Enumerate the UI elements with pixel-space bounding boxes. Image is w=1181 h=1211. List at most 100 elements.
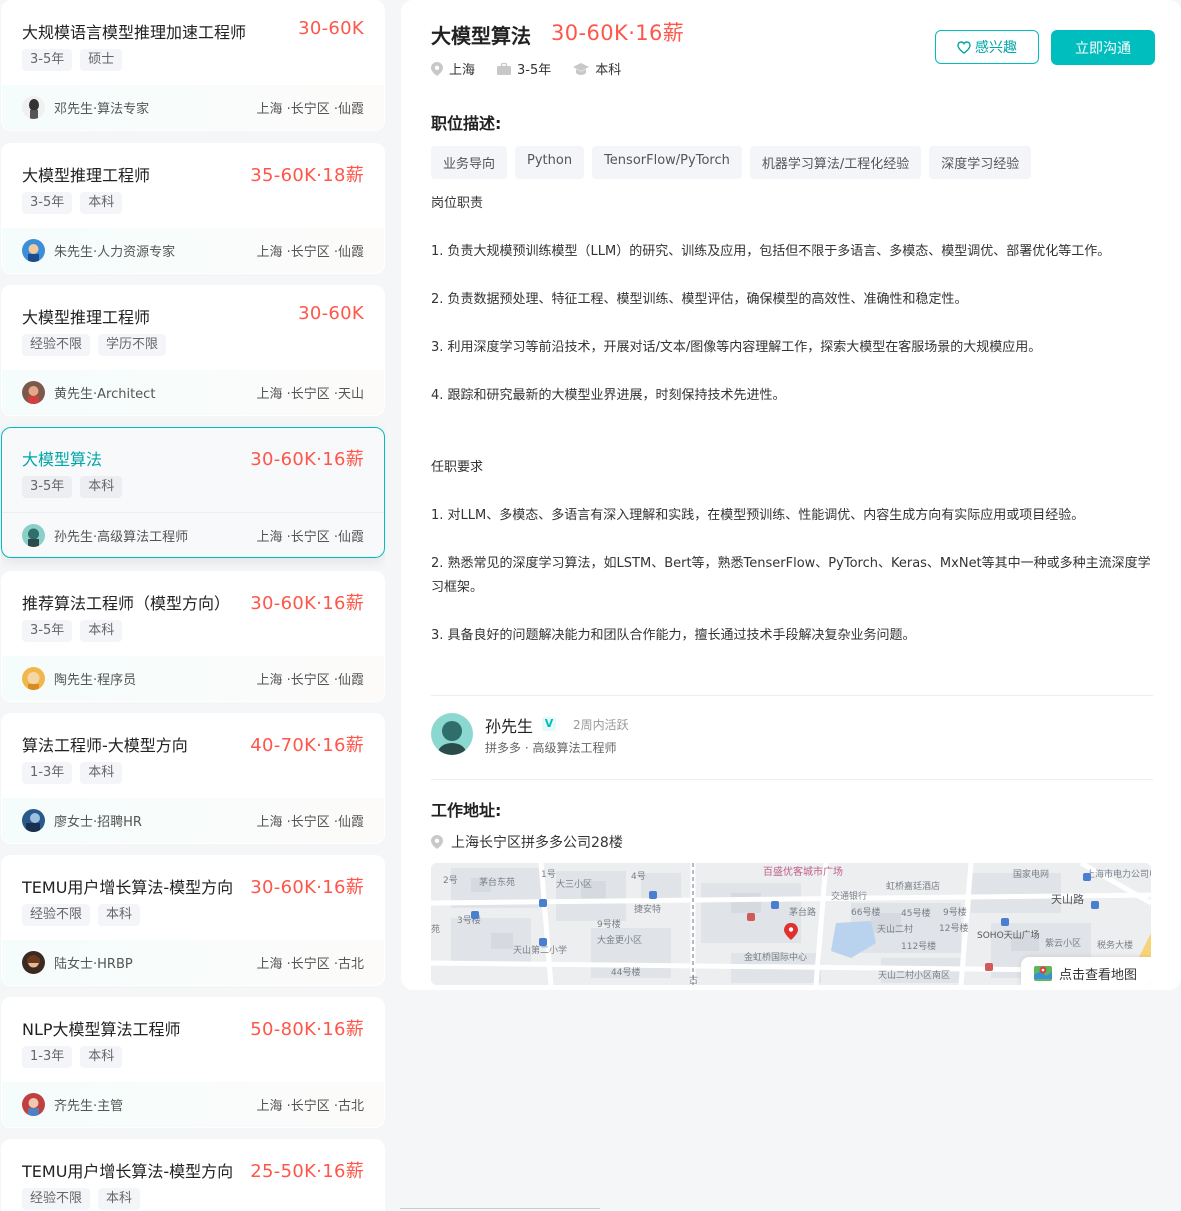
chat-now-button[interactable]: 立即沟通 bbox=[1051, 30, 1155, 65]
boss-company-title: 拼多多 · 高级算法工程师 bbox=[485, 741, 617, 755]
map-label: 百盛优客城市广场 bbox=[763, 865, 843, 878]
view-map-button[interactable]: 点击查看地图 bbox=[1020, 957, 1151, 985]
job-card-footer: 黄先生·Architect 上海 ·长宁区 ·天山 bbox=[2, 370, 384, 415]
map-label: 国家电网 bbox=[1013, 868, 1049, 880]
desc-line bbox=[431, 360, 1153, 384]
verified-icon: V bbox=[542, 717, 556, 731]
job-tag: 1-3年 bbox=[22, 1046, 73, 1068]
avatar bbox=[22, 667, 45, 690]
job-tag: 3-5年 bbox=[22, 192, 73, 214]
location-pin-icon bbox=[431, 835, 443, 849]
job-tag: 本科 bbox=[98, 904, 141, 926]
divider bbox=[431, 779, 1153, 780]
avatar bbox=[22, 524, 45, 547]
job-location: 上海 ·长宁区 ·古北 bbox=[256, 957, 364, 972]
scroll-indicator bbox=[400, 1208, 600, 1209]
map-label: 上海市电力公司电力科学研究院 bbox=[1086, 868, 1151, 880]
job-card[interactable]: TEMU用户增长算法-模型方向 30-60K·16薪 经验不限 本科 陆女士·H… bbox=[1, 855, 385, 986]
job-location: 上海 ·长宁区 ·仙霞 bbox=[256, 530, 364, 545]
desc-line bbox=[431, 648, 1153, 672]
job-tag: 本科 bbox=[80, 1046, 123, 1068]
job-card[interactable]: 大规模语言模型推理加速工程师 30-60K 3-5年 硕士 邓先生·算法专家 上… bbox=[1, 0, 385, 131]
job-card-selected[interactable]: 大模型算法 30-60K·16薪 3-5年 本科 孙先生·高级算法工程师 上海 … bbox=[1, 427, 385, 558]
detail-title: 大模型算法 bbox=[431, 24, 531, 48]
map-label: 66号楼 bbox=[851, 906, 880, 918]
job-tag: 3-5年 bbox=[22, 620, 73, 642]
job-title: 推荐算法工程师（模型方向） bbox=[22, 594, 231, 613]
job-tag: 3-5年 bbox=[22, 49, 73, 71]
job-card-footer: 孙先生·高级算法工程师 上海 ·长宁区 ·仙霞 bbox=[2, 512, 384, 557]
map-label: SOHO天山广场 bbox=[977, 929, 1040, 941]
map-label: 12号楼 bbox=[939, 922, 968, 934]
address-title: 工作地址: bbox=[431, 801, 502, 820]
job-location: 上海 ·长宁区 ·仙霞 bbox=[256, 245, 364, 260]
briefcase-icon bbox=[497, 62, 512, 75]
job-tag: 本科 bbox=[80, 192, 123, 214]
boss-info: 朱先生·人力资源专家 bbox=[54, 245, 176, 260]
job-location: 上海 ·长宁区 ·仙霞 bbox=[256, 673, 364, 688]
job-title: NLP大模型算法工程师 bbox=[22, 1020, 181, 1039]
map-label: 茅台路 bbox=[789, 906, 816, 918]
job-title: TEMU用户增长算法-模型方向 bbox=[22, 1162, 234, 1181]
job-card[interactable]: 大模型推理工程师 30-60K 经验不限 学历不限 黄先生·Architect … bbox=[1, 285, 385, 416]
job-tags: 3-5年 本科 bbox=[22, 620, 123, 642]
avatar bbox=[22, 96, 45, 119]
job-card[interactable]: 推荐算法工程师（模型方向） 30-60K·16薪 3-5年 本科 陶先生·程序员… bbox=[1, 571, 385, 702]
map-label: 44号楼 bbox=[611, 966, 640, 978]
map-label: 交通银行 bbox=[831, 890, 867, 902]
view-map-label: 点击查看地图 bbox=[1058, 967, 1137, 983]
job-salary: 30-60K bbox=[298, 303, 364, 324]
map-label: 天山二村小区南区 bbox=[878, 969, 950, 981]
map-label: 1号 bbox=[541, 869, 556, 880]
job-tag: 3-5年 bbox=[22, 476, 73, 498]
skill-tags: 业务导向 Python TensorFlow/PyTorch 机器学习算法/工程… bbox=[431, 146, 1032, 179]
job-tag: 经验不限 bbox=[22, 334, 91, 356]
job-tag: 本科 bbox=[80, 762, 123, 784]
boss-info: 齐先生·主管 bbox=[54, 1099, 124, 1114]
job-card[interactable]: 算法工程师-大模型方向 40-70K·16薪 1-3年 本科 廖女士·招聘HR … bbox=[1, 713, 385, 844]
avatar bbox=[22, 951, 45, 974]
job-tags: 1-3年 本科 bbox=[22, 762, 123, 784]
location-map[interactable]: 百盛优客城市广场 上海市电力公司电力科学研究院 国家电网 天山路 茅台东苑 大三… bbox=[431, 863, 1151, 985]
job-tags: 3-5年 本科 bbox=[22, 476, 123, 498]
job-card-footer: 齐先生·主管 上海 ·长宁区 ·古北 bbox=[2, 1082, 384, 1127]
job-card[interactable]: NLP大模型算法工程师 50-80K·16薪 1-3年 本科 齐先生·主管 上海… bbox=[1, 997, 385, 1128]
map-label: 天山第二小学 bbox=[513, 944, 567, 956]
detail-salary: 30-60K·16薪 bbox=[551, 21, 685, 45]
job-card[interactable]: 大模型推理工程师 35-60K·18薪 3-5年 本科 朱先生·人力资源专家 上… bbox=[1, 143, 385, 274]
job-card[interactable]: TEMU用户增长算法-模型方向 25-50K·16薪 经验不限 本科 bbox=[1, 1139, 385, 1211]
job-tag: 本科 bbox=[98, 1188, 141, 1210]
job-card-footer: 陶先生·程序员 上海 ·长宁区 ·仙霞 bbox=[2, 656, 384, 701]
job-title: 大模型推理工程师 bbox=[22, 308, 151, 327]
avatar bbox=[22, 1093, 45, 1116]
job-title: 大模型算法 bbox=[22, 450, 103, 469]
skill-tag: Python bbox=[515, 146, 585, 179]
desc-line bbox=[431, 480, 1153, 504]
job-salary: 25-50K·16薪 bbox=[250, 1161, 364, 1182]
avatar bbox=[22, 381, 45, 404]
job-location: 上海 ·长宁区 ·仙霞 bbox=[256, 815, 364, 830]
map-label: 天山路 bbox=[1051, 893, 1084, 906]
job-list: 大规模语言模型推理加速工程师 30-60K 3-5年 硕士 邓先生·算法专家 上… bbox=[1, 0, 385, 1211]
map-label: 45号楼 bbox=[901, 907, 930, 919]
work-address-text: 上海长宁区拼多多公司28楼 bbox=[451, 835, 623, 851]
meta-city: 上海 bbox=[431, 59, 475, 78]
location-pin-icon bbox=[431, 61, 443, 76]
boss-avatar[interactable] bbox=[431, 713, 473, 755]
job-title: 算法工程师-大模型方向 bbox=[22, 736, 188, 755]
heart-icon bbox=[957, 40, 971, 54]
skill-tag: 业务导向 bbox=[431, 146, 508, 179]
job-salary: 30-60K·16薪 bbox=[250, 449, 364, 470]
job-salary: 40-70K·16薪 bbox=[250, 735, 364, 756]
desc-line bbox=[431, 264, 1153, 288]
job-tag: 本科 bbox=[80, 620, 123, 642]
boss-active-status: 2周内活跃 bbox=[573, 718, 629, 732]
map-label: 古 bbox=[689, 974, 698, 985]
boss-info: 邓先生·算法专家 bbox=[54, 102, 150, 117]
map-label: 税务大楼 bbox=[1097, 939, 1133, 951]
boss-info: 黄先生·Architect bbox=[54, 387, 156, 402]
job-title: 大规模语言模型推理加速工程师 bbox=[22, 23, 247, 42]
job-location: 上海 ·长宁区 ·仙霞 bbox=[256, 102, 364, 117]
interest-button[interactable]: 感兴趣 bbox=[935, 30, 1039, 64]
job-tag: 经验不限 bbox=[22, 1188, 91, 1210]
